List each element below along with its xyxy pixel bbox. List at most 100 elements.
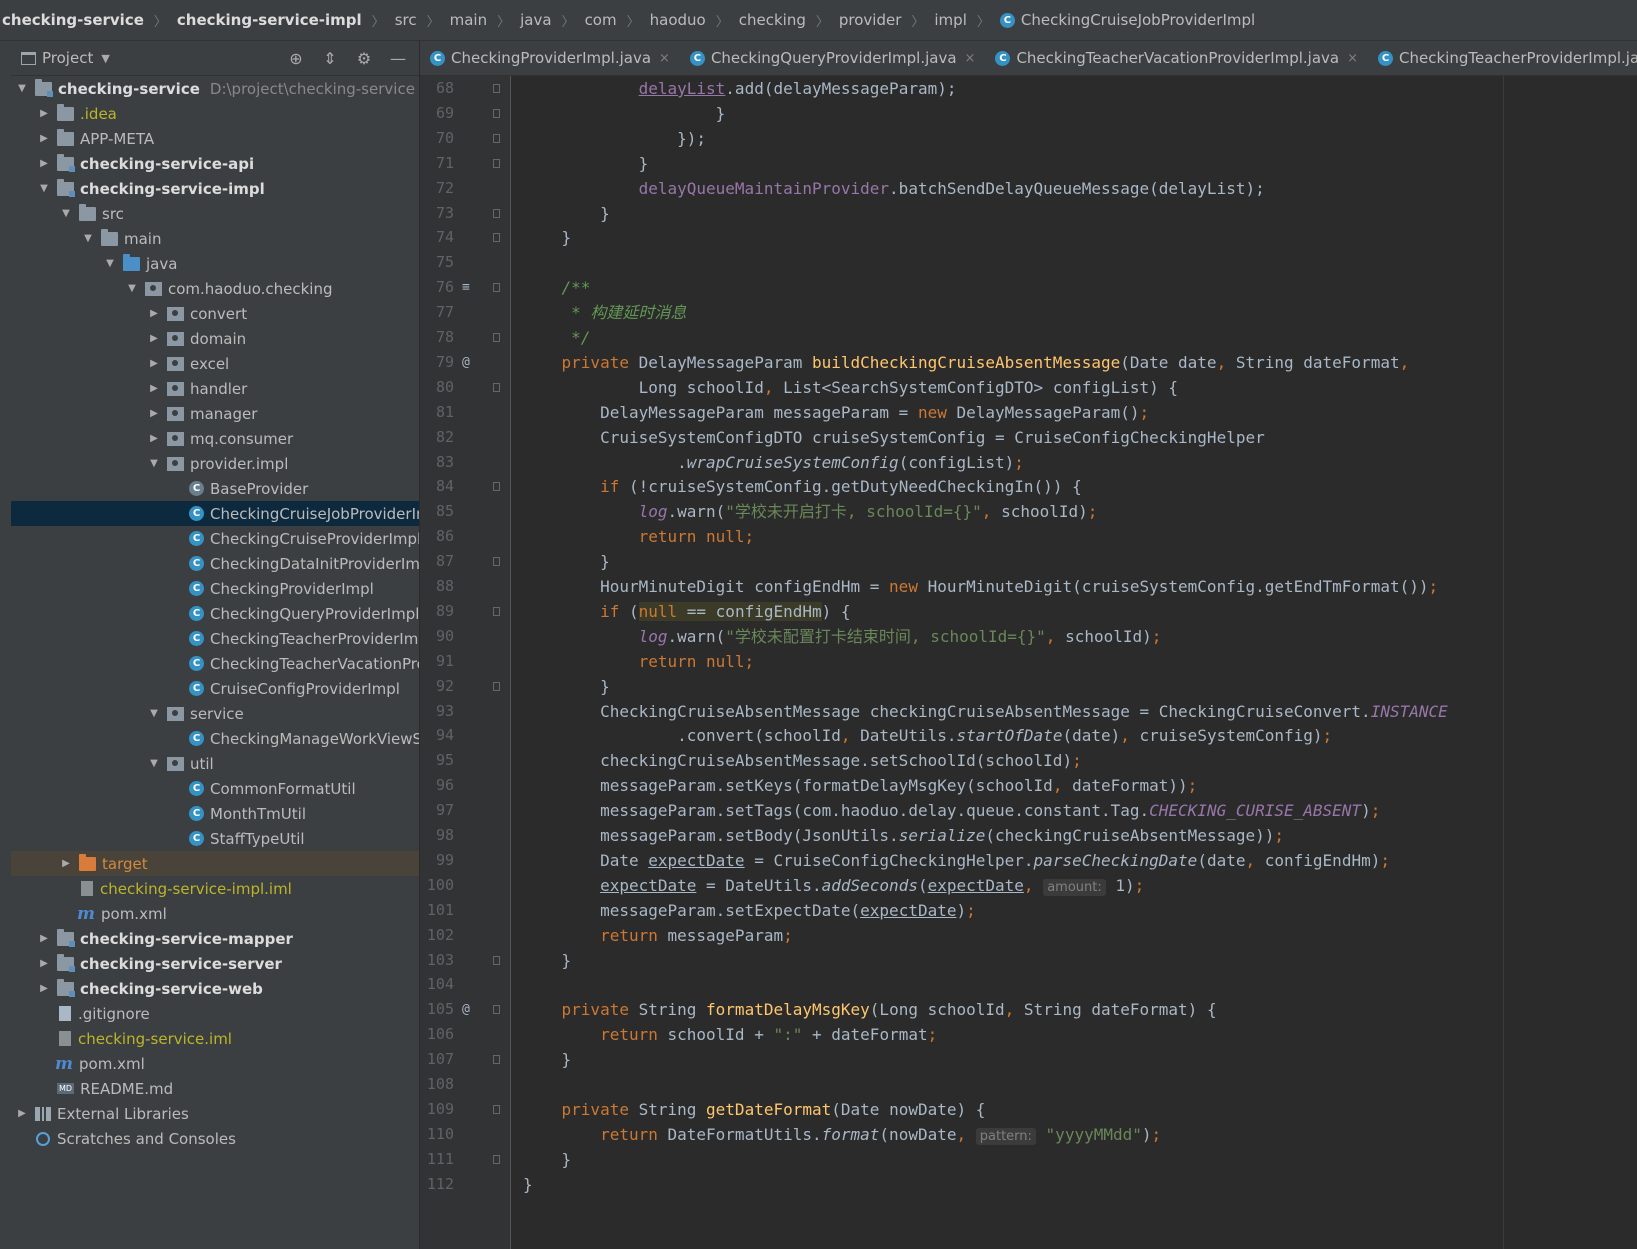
tree-item[interactable]: C MonthTmUtil [11, 801, 419, 826]
expand-arrow-icon[interactable]: ▼ [147, 708, 161, 719]
editor-tab[interactable]: C CheckingTeacherVacationProviderImpl.jav… [985, 41, 1368, 75]
tree-item[interactable]: C CheckingManageWorkViewService [11, 726, 419, 751]
collapse-arrow-icon[interactable]: ▶ [37, 983, 51, 994]
tree-item[interactable]: ▼ main [11, 226, 419, 251]
breadcrumb-current[interactable]: C CheckingCruiseJobProviderImpl [998, 11, 1257, 29]
tree-item[interactable]: C CheckingTeacherProviderImpl [11, 626, 419, 651]
fold-marker-icon[interactable] [493, 158, 500, 168]
collapse-arrow-icon[interactable]: ▶ [37, 158, 51, 169]
code-line[interactable]: 95 checkingCruiseAbsentMessage.setSchool… [420, 748, 1637, 773]
code-line[interactable]: 89 if (null == configEndHm) { [420, 599, 1637, 624]
locate-icon[interactable]: ⊕ [287, 49, 305, 68]
override-marker-icon[interactable]: @ [462, 350, 470, 375]
gear-icon[interactable]: ⚙ [355, 49, 373, 68]
breadcrumb-item[interactable]: com [583, 11, 619, 29]
fold-marker-icon[interactable] [493, 333, 500, 342]
expand-arrow-icon[interactable]: ▼ [37, 183, 51, 194]
code-line[interactable]: 69 } [420, 101, 1637, 126]
code-line[interactable]: 81 DelayMessageParam messageParam = new … [420, 400, 1637, 425]
code-line[interactable]: 104 [420, 972, 1637, 997]
tree-item[interactable]: ▶ checking-service-api [11, 151, 419, 176]
tree-item[interactable]: ▶ External Libraries [11, 1101, 419, 1126]
tree-item[interactable]: ▼ com.haoduo.checking [11, 276, 419, 301]
code-line[interactable]: 84 if (!cruiseSystemConfig.getDutyNeedCh… [420, 474, 1637, 499]
code-line[interactable]: 86 return null; [420, 524, 1637, 549]
fold-marker-icon[interactable] [493, 482, 500, 492]
close-icon[interactable]: × [659, 51, 670, 66]
doc-comment-marker-icon[interactable]: ≡ [462, 275, 470, 300]
tree-item[interactable]: C CommonFormatUtil [11, 776, 419, 801]
tree-item[interactable]: ▼ src [11, 201, 419, 226]
code-line[interactable]: 88 HourMinuteDigit configEndHm = new Hou… [420, 574, 1637, 599]
tree-item[interactable]: ▶ domain [11, 326, 419, 351]
chevron-down-icon[interactable]: ▼ [101, 52, 109, 65]
expand-arrow-icon[interactable]: ▼ [103, 258, 117, 269]
tree-item[interactable]: C CheckingDataInitProviderImpl [11, 551, 419, 576]
tree-item[interactable]: ▶ excel [11, 351, 419, 376]
breadcrumb-item[interactable]: haoduo [648, 11, 708, 29]
tree-item[interactable]: m pom.xml [11, 1051, 419, 1076]
editor-tab[interactable]: C CheckingProviderImpl.java × [420, 41, 680, 75]
code-line[interactable]: 108 [420, 1072, 1637, 1097]
code-line[interactable]: 76 ≡ /** [420, 275, 1637, 300]
expand-arrow-icon[interactable]: ▼ [59, 208, 73, 219]
code-line[interactable]: 107 } [420, 1047, 1637, 1072]
tree-item[interactable]: ▶ checking-service-mapper [11, 926, 419, 951]
tree-item[interactable]: ▶ handler [11, 376, 419, 401]
code-line[interactable]: 73 } [420, 201, 1637, 226]
collapse-arrow-icon[interactable]: ▶ [147, 308, 161, 319]
breadcrumb-item[interactable]: impl [932, 11, 968, 29]
tree-item[interactable]: ▼ service [11, 701, 419, 726]
tree-item[interactable]: ▶ target [11, 851, 419, 876]
fold-marker-icon[interactable] [493, 606, 500, 616]
code-line[interactable]: 105 @ private String formatDelayMsgKey(Lo… [420, 997, 1637, 1022]
fold-marker-icon[interactable] [493, 955, 500, 965]
breadcrumb-item[interactable]: src [393, 11, 419, 29]
code-line[interactable]: 77 * 构建延时消息 [420, 300, 1637, 325]
collapse-arrow-icon[interactable]: ▶ [147, 358, 161, 369]
tree-item[interactable]: ▼ java [11, 251, 419, 276]
override-marker-icon[interactable]: @ [462, 997, 470, 1022]
expand-arrow-icon[interactable]: ▼ [147, 758, 161, 769]
expand-arrow-icon[interactable]: ▼ [125, 283, 139, 294]
fold-marker-icon[interactable] [493, 1154, 500, 1164]
fold-marker-icon[interactable] [493, 1055, 500, 1065]
code-editor[interactable]: 68 delayList.add(delayMessageParam); 69 }… [420, 76, 1637, 1249]
code-line[interactable]: 82 CruiseSystemConfigDTO cruiseSystemCon… [420, 425, 1637, 450]
breadcrumb-item[interactable]: checking-service [0, 11, 146, 29]
fold-marker-icon[interactable] [493, 1104, 500, 1114]
code-line[interactable]: 96 messageParam.setKeys(formatDelayMsgKe… [420, 773, 1637, 798]
code-line[interactable]: 74 } [420, 225, 1637, 250]
collapse-arrow-icon[interactable]: ▶ [37, 958, 51, 969]
tree-item[interactable]: checking-service.iml [11, 1026, 419, 1051]
code-line[interactable]: 111 } [420, 1147, 1637, 1172]
code-line[interactable]: 87 } [420, 549, 1637, 574]
collapse-arrow-icon[interactable]: ▶ [37, 933, 51, 944]
expand-arrow-icon[interactable]: ▼ [81, 233, 95, 244]
close-icon[interactable]: × [1347, 51, 1358, 66]
tree-item[interactable]: .gitignore [11, 1001, 419, 1026]
breadcrumb-item[interactable]: checking-service-impl [175, 11, 364, 29]
breadcrumb-item[interactable]: main [448, 11, 489, 29]
fold-marker-icon[interactable] [493, 133, 500, 143]
tree-item[interactable]: MD README.md [11, 1076, 419, 1101]
collapse-arrow-icon[interactable]: ▶ [59, 858, 73, 869]
fold-marker-icon[interactable] [493, 382, 500, 392]
code-line[interactable]: 75 [420, 250, 1637, 275]
tree-item[interactable]: ▼ checking-service D:\project\checking-ser… [11, 76, 419, 101]
code-line[interactable]: 68 delayList.add(delayMessageParam); [420, 76, 1637, 101]
code-line[interactable]: 72 delayQueueMaintainProvider.batchSendD… [420, 176, 1637, 201]
code-line[interactable]: 70 }); [420, 126, 1637, 151]
tree-item[interactable]: ▼ util [11, 751, 419, 776]
tree-item[interactable]: m pom.xml [11, 901, 419, 926]
code-line[interactable]: 102 return messageParam; [420, 923, 1637, 948]
fold-marker-icon[interactable] [493, 681, 500, 691]
tree-item[interactable]: ▶ .idea [11, 101, 419, 126]
fold-marker-icon[interactable] [493, 84, 500, 93]
editor-tab[interactable]: C CheckingQueryProviderImpl.java × [680, 41, 986, 75]
code-line[interactable]: 99 Date expectDate = CruiseConfigCheckin… [420, 848, 1637, 873]
code-line[interactable]: 101 messageParam.setExpectDate(expectDat… [420, 898, 1637, 923]
fold-marker-icon[interactable] [493, 108, 500, 118]
expand-arrow-icon[interactable]: ▼ [147, 458, 161, 469]
collapse-all-icon[interactable]: ⇕ [321, 49, 339, 68]
